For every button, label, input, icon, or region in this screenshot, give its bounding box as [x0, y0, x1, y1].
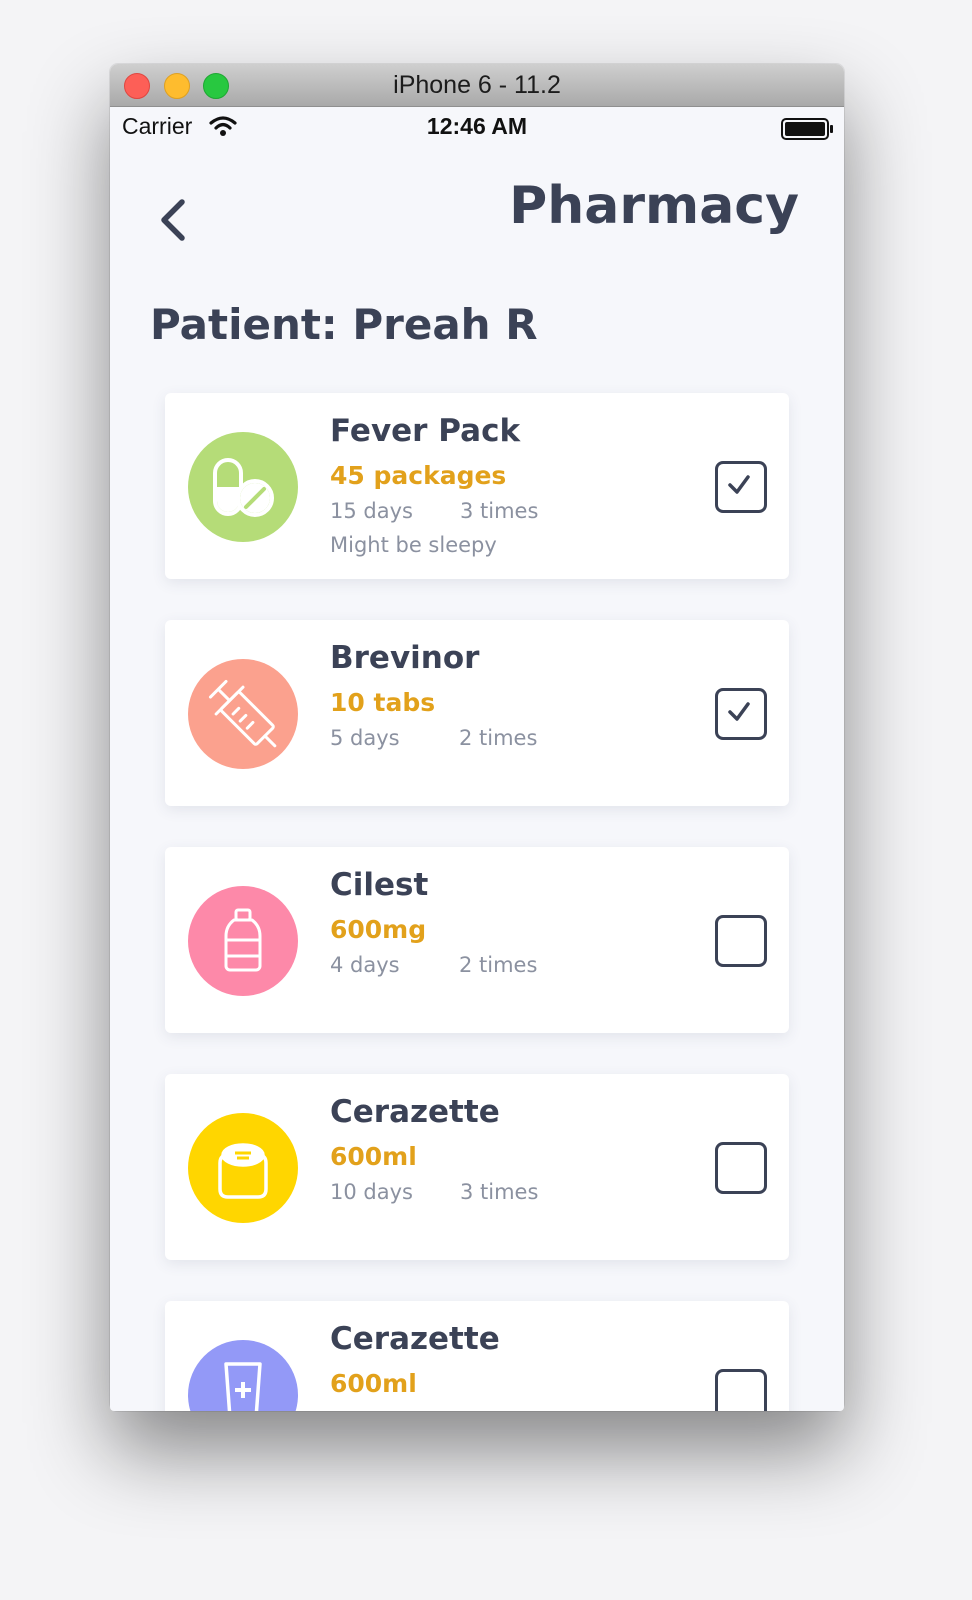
medication-duration: 10 days [330, 1180, 413, 1204]
medication-card[interactable]: Cerazette 600ml [165, 1301, 789, 1411]
battery-icon [781, 118, 833, 140]
medication-checkbox[interactable] [715, 1369, 767, 1411]
medication-card[interactable]: Fever Pack 45 packages 15 days 3 times M… [165, 393, 789, 579]
medication-name: Fever Pack [330, 413, 521, 449]
chevron-left-icon [161, 199, 185, 241]
medication-duration: 15 days [330, 499, 413, 523]
medication-quantity: 600ml [330, 1369, 417, 1398]
medication-checkbox[interactable] [715, 915, 767, 967]
medication-name: Brevinor [330, 640, 480, 676]
medication-card[interactable]: Cerazette 600ml 10 days 3 times [165, 1074, 789, 1260]
medication-quantity: 600mg [330, 915, 427, 944]
medication-frequency: 2 times [459, 953, 538, 977]
medication-name: Cilest [330, 867, 429, 903]
syringe-icon [188, 659, 298, 769]
medication-duration: 5 days [330, 726, 400, 750]
simulator-window: iPhone 6 - 11.2 Carrier 12:46 AM Pharmac… [110, 64, 844, 1411]
patient-name: Patient: Preah R [150, 300, 538, 349]
pill-capsule-icon [188, 432, 298, 542]
medication-card[interactable]: Brevinor 10 tabs 5 days 2 times [165, 620, 789, 806]
medication-quantity: 600ml [330, 1142, 417, 1171]
checkmark-icon [728, 475, 750, 494]
medication-name: Cerazette [330, 1321, 500, 1357]
medication-frequency: 3 times [460, 1180, 539, 1204]
clock: 12:46 AM [426, 113, 528, 139]
back-button[interactable] [150, 190, 200, 246]
medication-checkbox[interactable] [715, 461, 767, 513]
medication-checkbox[interactable] [715, 1142, 767, 1194]
medication-quantity: 10 tabs [330, 688, 436, 717]
status-bar: Carrier 12:46 AM [110, 107, 844, 147]
window-title: iPhone 6 - 11.2 [393, 71, 561, 99]
jar-icon [188, 1113, 298, 1223]
bottle-icon [188, 886, 298, 996]
medication-quantity: 45 packages [330, 461, 507, 490]
medication-checkbox[interactable] [715, 688, 767, 740]
medication-frequency: 2 times [459, 726, 538, 750]
page-title: Pharmacy [509, 176, 799, 236]
medication-frequency: 3 times [460, 499, 539, 523]
medication-card[interactable]: Cilest 600mg 4 days 2 times [165, 847, 789, 1033]
medical-tube-icon [188, 1340, 298, 1411]
medication-duration: 4 days [330, 953, 400, 977]
medication-name: Cerazette [330, 1094, 500, 1130]
medication-note: Might be sleepy [330, 533, 497, 557]
checkmark-icon [728, 702, 750, 721]
title-bar: iPhone 6 - 11.2 [110, 64, 844, 107]
